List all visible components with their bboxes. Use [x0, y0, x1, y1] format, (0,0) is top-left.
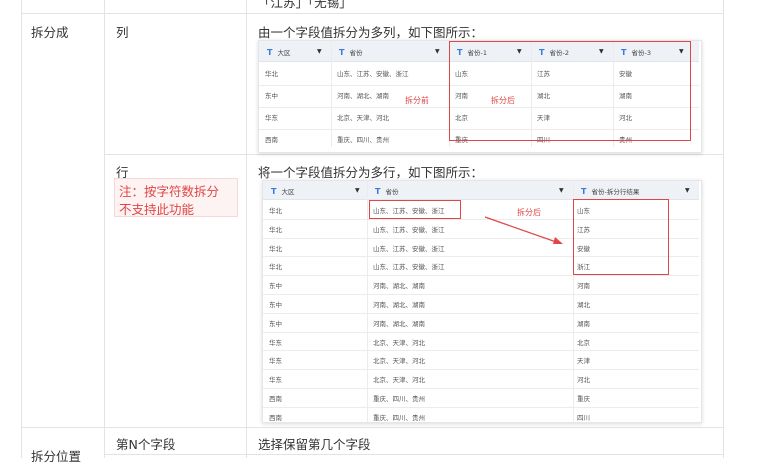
- before-split-label: 拆分前: [405, 96, 429, 105]
- top-partial-text: 「江苏」「无锡」: [258, 0, 352, 10]
- row-divider-bottom: [21, 427, 724, 428]
- chevron-down-icon[interactable]: ▼: [435, 48, 440, 55]
- note-line-1: 注：按字符数拆分: [119, 184, 220, 199]
- split-result-highlight: [449, 41, 691, 141]
- table-cell: 东中: [265, 92, 278, 100]
- row-divider-mid: [104, 154, 724, 155]
- table-border-left: [21, 0, 22, 458]
- table-cell: 华东: [265, 114, 278, 122]
- text-type-icon: T: [339, 48, 345, 57]
- table-cell: 西南: [265, 136, 278, 144]
- table-cell: 北京、天津、河北: [337, 114, 389, 122]
- nth-field-label: 第N个字段: [116, 437, 176, 452]
- split-row-note: 注：按字符数拆分 不支持此功能: [114, 178, 238, 217]
- split-into-label: 拆分成: [31, 25, 69, 40]
- table-cell: 山东、江苏、安徽、浙江: [337, 70, 409, 78]
- note-line-2: 不支持此功能: [119, 202, 195, 217]
- nth-field-description: 选择保留第几个字段: [258, 437, 371, 452]
- table-border-col1: [104, 0, 105, 458]
- split-rows-figure: T 大区 ▼ T 省份 ▼ T 省份-拆分行结果 ▼ 华北 山东、江苏、安徽、浙江 山东华…: [262, 180, 702, 423]
- split-columns-figure: T 大区 ▼ T 省份 ▼ T 省份-1 ▼ T 省份-2 ▼ T 省份-3 ▼ 华北 山…: [258, 40, 702, 153]
- text-type-icon: T: [267, 48, 273, 57]
- split-position-label: 拆分位置: [31, 449, 82, 464]
- split-row-description: 将一个字段值拆分为多行，如下图所示：: [258, 165, 484, 180]
- row-divider-top: [21, 13, 724, 14]
- table-border-col2: [246, 0, 247, 458]
- table-cell: 河南、湖北、湖南: [337, 92, 389, 100]
- split-column-label: 列: [116, 25, 129, 40]
- table-cell: 重庆、四川、贵州: [337, 136, 389, 144]
- table-cell: 华北: [265, 70, 278, 78]
- header-province: T 省份: [339, 48, 363, 57]
- table-border-right: [723, 0, 724, 458]
- row-divider-last: [104, 454, 724, 455]
- header-region: T 大区: [267, 48, 291, 57]
- split-column-description: 由一个字段值拆分为多列，如下图所示：: [258, 25, 484, 40]
- arrow-icon: [484, 216, 563, 244]
- chevron-down-icon[interactable]: ▼: [317, 48, 322, 55]
